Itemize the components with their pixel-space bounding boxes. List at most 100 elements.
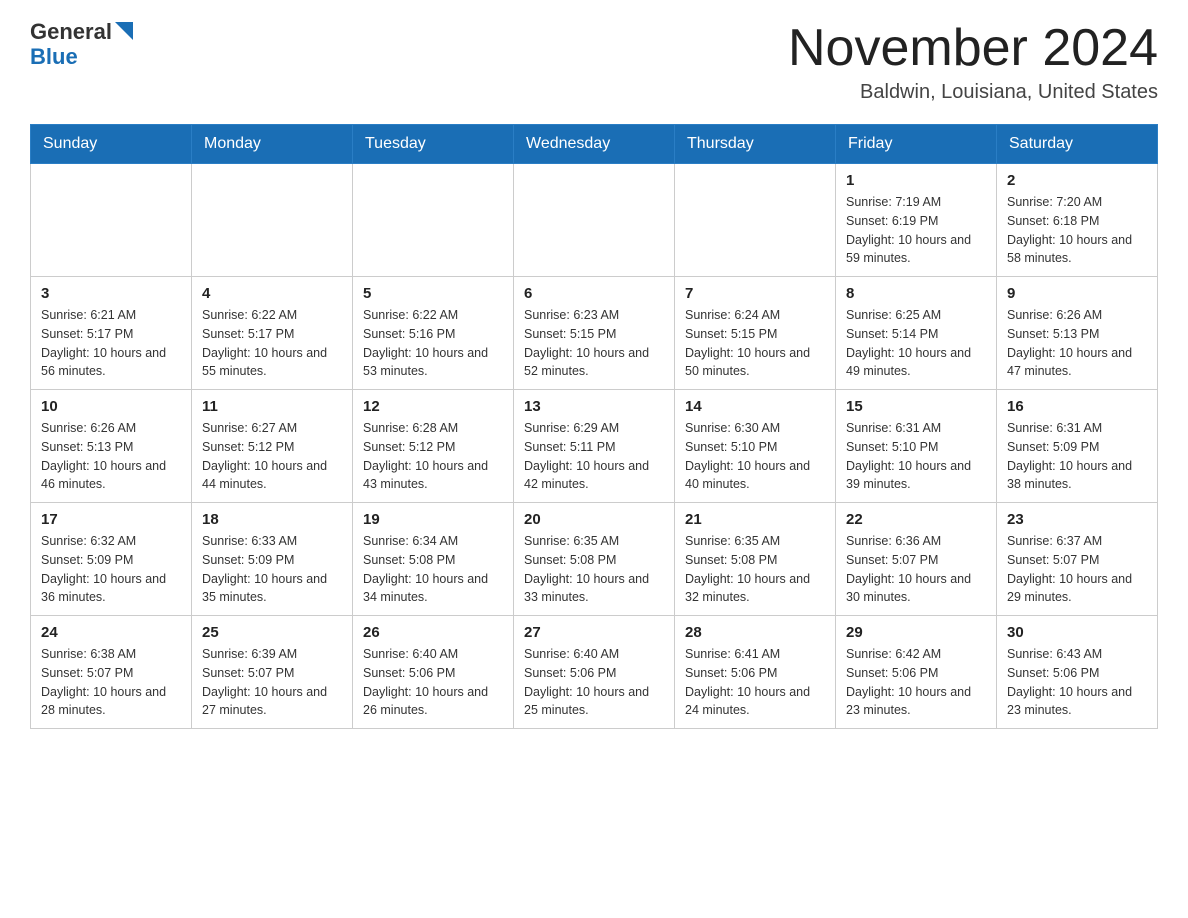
calendar-cell: 18Sunrise: 6:33 AMSunset: 5:09 PMDayligh… bbox=[192, 503, 353, 616]
calendar-cell: 12Sunrise: 6:28 AMSunset: 5:12 PMDayligh… bbox=[353, 390, 514, 503]
calendar-row: 24Sunrise: 6:38 AMSunset: 5:07 PMDayligh… bbox=[31, 616, 1158, 729]
logo-triangle-icon bbox=[115, 22, 133, 40]
sunset-text: Sunset: 5:07 PM bbox=[202, 664, 342, 683]
calendar-row: 10Sunrise: 6:26 AMSunset: 5:13 PMDayligh… bbox=[31, 390, 1158, 503]
daylight-text: Daylight: 10 hours and 47 minutes. bbox=[1007, 344, 1147, 382]
day-info: Sunrise: 7:19 AMSunset: 6:19 PMDaylight:… bbox=[846, 193, 986, 268]
daylight-text: Daylight: 10 hours and 29 minutes. bbox=[1007, 570, 1147, 608]
day-number: 17 bbox=[41, 511, 181, 528]
daylight-text: Daylight: 10 hours and 49 minutes. bbox=[846, 344, 986, 382]
sunset-text: Sunset: 5:09 PM bbox=[1007, 438, 1147, 457]
day-number: 27 bbox=[524, 624, 664, 641]
calendar-cell: 17 Sunrise: 6:32 AMSunset: 5:09 PMDayligh… bbox=[31, 503, 192, 616]
day-info: Sunrise: 6:26 AMSunset: 5:13 PMDaylight:… bbox=[1007, 306, 1147, 381]
day-info: Sunrise: 6:29 AMSunset: 5:11 PMDaylight:… bbox=[524, 419, 664, 494]
sunset-text: Sunset: 5:13 PM bbox=[41, 438, 181, 457]
calendar-cell: 28Sunrise: 6:41 AMSunset: 5:06 PMDayligh… bbox=[675, 616, 836, 729]
daylight-text: Daylight: 10 hours and 56 minutes. bbox=[41, 344, 181, 382]
daylight-text: Daylight: 10 hours and 36 minutes. bbox=[41, 570, 181, 608]
day-info: Sunrise: 6:32 AMSunset: 5:09 PMDaylight:… bbox=[41, 532, 181, 607]
sunset-text: Sunset: 6:18 PM bbox=[1007, 212, 1147, 231]
daylight-text: Daylight: 10 hours and 32 minutes. bbox=[685, 570, 825, 608]
daylight-text: Daylight: 10 hours and 24 minutes. bbox=[685, 683, 825, 721]
logo: General Blue bbox=[30, 20, 133, 69]
sunrise-text: Sunrise: 6:39 AM bbox=[202, 645, 342, 664]
daylight-text: Daylight: 10 hours and 46 minutes. bbox=[41, 457, 181, 495]
calendar-cell: 2Sunrise: 7:20 AMSunset: 6:18 PMDaylight… bbox=[997, 164, 1158, 277]
weekday-header-sunday: Sunday bbox=[31, 125, 192, 164]
day-number: 5 bbox=[363, 285, 503, 302]
sunset-text: Sunset: 5:11 PM bbox=[524, 438, 664, 457]
sunrise-text: Sunrise: 6:43 AM bbox=[1007, 645, 1147, 664]
daylight-text: Daylight: 10 hours and 53 minutes. bbox=[363, 344, 503, 382]
sunrise-text: Sunrise: 6:31 AM bbox=[1007, 419, 1147, 438]
logo-text-general: General bbox=[30, 20, 112, 44]
day-number: 6 bbox=[524, 285, 664, 302]
weekday-header-wednesday: Wednesday bbox=[514, 125, 675, 164]
sunrise-text: Sunrise: 6:32 AM bbox=[41, 532, 181, 551]
calendar-cell bbox=[31, 164, 192, 277]
sunrise-text: Sunrise: 6:40 AM bbox=[363, 645, 503, 664]
page-header: General Blue November 2024 Baldwin, Loui… bbox=[30, 20, 1158, 104]
day-info: Sunrise: 6:22 AMSunset: 5:17 PMDaylight:… bbox=[202, 306, 342, 381]
daylight-text: Daylight: 10 hours and 42 minutes. bbox=[524, 457, 664, 495]
sunset-text: Sunset: 5:14 PM bbox=[846, 325, 986, 344]
sunset-text: Sunset: 5:12 PM bbox=[202, 438, 342, 457]
calendar-row: 3Sunrise: 6:21 AMSunset: 5:17 PMDaylight… bbox=[31, 277, 1158, 390]
daylight-text: Daylight: 10 hours and 55 minutes. bbox=[202, 344, 342, 382]
calendar-cell: 5Sunrise: 6:22 AMSunset: 5:16 PMDaylight… bbox=[353, 277, 514, 390]
sunrise-text: Sunrise: 6:30 AM bbox=[685, 419, 825, 438]
day-info: Sunrise: 6:35 AMSunset: 5:08 PMDaylight:… bbox=[524, 532, 664, 607]
calendar-row: 1Sunrise: 7:19 AMSunset: 6:19 PMDaylight… bbox=[31, 164, 1158, 277]
daylight-text: Daylight: 10 hours and 34 minutes. bbox=[363, 570, 503, 608]
day-info: Sunrise: 6:38 AMSunset: 5:07 PMDaylight:… bbox=[41, 645, 181, 720]
sunset-text: Sunset: 5:17 PM bbox=[202, 325, 342, 344]
sunset-text: Sunset: 5:10 PM bbox=[846, 438, 986, 457]
sunrise-text: Sunrise: 6:22 AM bbox=[202, 306, 342, 325]
sunrise-text: Sunrise: 6:35 AM bbox=[685, 532, 825, 551]
day-number: 3 bbox=[41, 285, 181, 302]
daylight-text: Daylight: 10 hours and 52 minutes. bbox=[524, 344, 664, 382]
sunrise-text: Sunrise: 6:31 AM bbox=[846, 419, 986, 438]
calendar-cell: 16Sunrise: 6:31 AMSunset: 5:09 PMDayligh… bbox=[997, 390, 1158, 503]
weekday-header-tuesday: Tuesday bbox=[353, 125, 514, 164]
day-number: 14 bbox=[685, 398, 825, 415]
day-number: 21 bbox=[685, 511, 825, 528]
day-number: 19 bbox=[363, 511, 503, 528]
sunrise-text: Sunrise: 6:42 AM bbox=[846, 645, 986, 664]
sunset-text: Sunset: 5:15 PM bbox=[685, 325, 825, 344]
day-number: 15 bbox=[846, 398, 986, 415]
day-number: 10 bbox=[41, 398, 181, 415]
sunset-text: Sunset: 5:15 PM bbox=[524, 325, 664, 344]
daylight-text: Daylight: 10 hours and 44 minutes. bbox=[202, 457, 342, 495]
day-info: Sunrise: 6:37 AMSunset: 5:07 PMDaylight:… bbox=[1007, 532, 1147, 607]
calendar-cell: 15Sunrise: 6:31 AMSunset: 5:10 PMDayligh… bbox=[836, 390, 997, 503]
calendar-cell: 10 Sunrise: 6:26 AMSunset: 5:13 PMDayligh… bbox=[31, 390, 192, 503]
calendar-cell bbox=[192, 164, 353, 277]
weekday-header-friday: Friday bbox=[836, 125, 997, 164]
calendar-cell: 4Sunrise: 6:22 AMSunset: 5:17 PMDaylight… bbox=[192, 277, 353, 390]
sunrise-text: Sunrise: 6:26 AM bbox=[41, 419, 181, 438]
calendar-row: 17 Sunrise: 6:32 AMSunset: 5:09 PMDayligh… bbox=[31, 503, 1158, 616]
calendar-cell: 8Sunrise: 6:25 AMSunset: 5:14 PMDaylight… bbox=[836, 277, 997, 390]
day-info: Sunrise: 6:36 AMSunset: 5:07 PMDaylight:… bbox=[846, 532, 986, 607]
calendar-cell: 21Sunrise: 6:35 AMSunset: 5:08 PMDayligh… bbox=[675, 503, 836, 616]
calendar-cell: 6Sunrise: 6:23 AMSunset: 5:15 PMDaylight… bbox=[514, 277, 675, 390]
sunset-text: Sunset: 5:06 PM bbox=[363, 664, 503, 683]
sunrise-text: Sunrise: 7:19 AM bbox=[846, 193, 986, 212]
sunset-text: Sunset: 5:16 PM bbox=[363, 325, 503, 344]
daylight-text: Daylight: 10 hours and 28 minutes. bbox=[41, 683, 181, 721]
calendar-cell: 20 Sunrise: 6:35 AMSunset: 5:08 PMDayligh… bbox=[514, 503, 675, 616]
sunrise-text: Sunrise: 6:27 AM bbox=[202, 419, 342, 438]
sunset-text: Sunset: 5:07 PM bbox=[41, 664, 181, 683]
sunset-text: Sunset: 5:08 PM bbox=[363, 551, 503, 570]
sunset-text: Sunset: 5:12 PM bbox=[363, 438, 503, 457]
calendar-cell bbox=[353, 164, 514, 277]
day-number: 24 bbox=[41, 624, 181, 641]
sunrise-text: Sunrise: 6:38 AM bbox=[41, 645, 181, 664]
day-number: 30 bbox=[1007, 624, 1147, 641]
day-number: 20 bbox=[524, 511, 664, 528]
sunrise-text: Sunrise: 6:40 AM bbox=[524, 645, 664, 664]
calendar-cell: 1Sunrise: 7:19 AMSunset: 6:19 PMDaylight… bbox=[836, 164, 997, 277]
day-info: Sunrise: 6:31 AMSunset: 5:09 PMDaylight:… bbox=[1007, 419, 1147, 494]
